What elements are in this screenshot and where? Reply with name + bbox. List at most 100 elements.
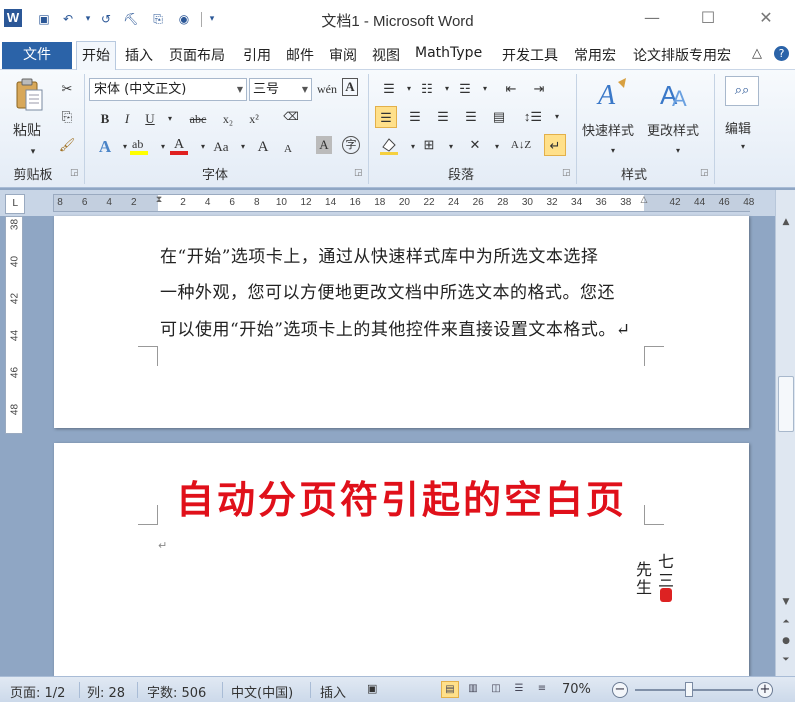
change-styles-dropdown-icon[interactable]: ▾: [667, 140, 689, 162]
subscript-button[interactable]: x₂: [217, 108, 239, 130]
font-color-icon[interactable]: A: [168, 134, 190, 156]
paste-icon[interactable]: [14, 78, 44, 112]
zoom-slider[interactable]: [635, 689, 753, 691]
increase-indent-icon[interactable]: ⇥: [528, 78, 550, 100]
document-page-1[interactable]: 在“开始”选项卡上，通过从快速样式库中为所选文本选择 一种外观，您可以方便地更改…: [54, 216, 749, 428]
text-effects-icon[interactable]: A: [94, 136, 116, 158]
copy-icon[interactable]: ⎘: [56, 106, 78, 128]
bullets-icon[interactable]: ☰: [378, 78, 400, 100]
zoom-slider-thumb[interactable]: [685, 682, 694, 697]
web-layout-view-button[interactable]: ◫: [487, 681, 505, 698]
highlight-icon[interactable]: ab: [128, 134, 150, 156]
editing-dropdown-icon[interactable]: ▾: [732, 136, 754, 158]
phonetic-guide-icon[interactable]: wén: [316, 78, 338, 100]
chinese-layout-icon[interactable]: ✕: [464, 134, 486, 156]
scroll-thumb[interactable]: [778, 376, 794, 432]
font-name-select[interactable]: 宋体 (中文正文) ▼: [89, 78, 247, 101]
enclose-characters-icon[interactable]: 字: [342, 136, 360, 154]
maximize-button[interactable]: ☐: [694, 6, 722, 30]
scroll-down-icon[interactable]: ▼: [778, 594, 794, 610]
align-center-button[interactable]: ☰: [404, 106, 426, 128]
clipboard-launcher-icon[interactable]: ◲: [70, 168, 79, 178]
zoom-level[interactable]: 70%: [562, 682, 591, 697]
body-text-line[interactable]: 一种外观，您可以方便地更改文档中所选文本的格式。您还: [160, 278, 615, 303]
shrink-font-button[interactable]: A: [277, 138, 299, 160]
grow-font-button[interactable]: A: [252, 136, 274, 158]
multilevel-dropdown-icon[interactable]: ▾: [474, 78, 496, 100]
first-line-indent-marker[interactable]: ⧗: [154, 195, 164, 211]
tab-common-macros[interactable]: 常用宏: [574, 45, 616, 65]
quick-styles-icon[interactable]: A: [596, 76, 630, 112]
outline-view-button[interactable]: ☰: [510, 681, 528, 698]
tab-home[interactable]: 开始: [76, 41, 116, 71]
line-spacing-dropdown-icon[interactable]: ▾: [546, 106, 568, 128]
browse-object-icon[interactable]: ●: [778, 633, 794, 649]
change-case-button[interactable]: Aa: [210, 136, 232, 158]
numbering-icon[interactable]: ☷: [416, 78, 438, 100]
help-icon[interactable]: ?: [774, 46, 789, 61]
find-icon[interactable]: ⌕⌕: [725, 76, 759, 106]
multilevel-list-icon[interactable]: ☲: [454, 78, 476, 100]
zoom-in-button[interactable]: +: [757, 682, 773, 698]
change-styles-icon[interactable]: AA: [660, 76, 694, 112]
format-painter-icon[interactable]: 🖌: [56, 134, 78, 156]
sort-icon[interactable]: A↓Z: [510, 134, 532, 156]
clear-formatting-icon[interactable]: ⌫: [280, 106, 302, 128]
font-size-select[interactable]: 三号 ▼: [249, 78, 312, 101]
close-button[interactable]: ✕: [752, 6, 780, 30]
underline-dropdown-icon[interactable]: ▾: [159, 108, 181, 130]
italic-button[interactable]: I: [116, 108, 138, 130]
macro-record-icon[interactable]: ▣: [367, 682, 377, 695]
full-screen-reading-view-button[interactable]: ▥: [464, 681, 482, 698]
print-layout-view-button[interactable]: ▤: [441, 681, 459, 698]
quick-styles-dropdown-icon[interactable]: ▾: [602, 140, 624, 162]
align-left-button[interactable]: ☰: [375, 106, 397, 128]
editing-button[interactable]: 编辑: [725, 118, 751, 137]
paragraph-launcher-icon[interactable]: ◲: [562, 168, 571, 178]
strikethrough-button[interactable]: abc: [187, 108, 209, 130]
distributed-align-button[interactable]: ▤: [488, 106, 510, 128]
tab-mailings[interactable]: 邮件: [286, 45, 314, 65]
underline-button[interactable]: U: [139, 108, 161, 130]
superscript-button[interactable]: x²: [243, 108, 265, 130]
next-page-icon[interactable]: ⏷: [778, 652, 794, 668]
tab-thesis-macros[interactable]: 论文排版专用宏: [633, 45, 731, 65]
vertical-scrollbar[interactable]: ▲ ▼ ⏶ ● ⏷: [775, 190, 795, 676]
word-count-indicator[interactable]: 字数: 506: [147, 682, 206, 701]
minimize-button[interactable]: —: [638, 6, 666, 30]
draft-view-button[interactable]: ≡: [533, 681, 551, 698]
collapse-ribbon-icon[interactable]: △: [752, 46, 762, 61]
paste-button[interactable]: 粘贴: [13, 120, 41, 140]
bold-button[interactable]: B: [94, 108, 116, 130]
quick-styles-button[interactable]: 快速样式: [582, 120, 634, 139]
zoom-out-button[interactable]: −: [612, 682, 628, 698]
previous-page-icon[interactable]: ⏶: [778, 614, 794, 630]
body-text-line[interactable]: 在“开始”选项卡上，通过从快速样式库中为所选文本选择: [160, 242, 598, 267]
column-indicator[interactable]: 列: 28: [87, 682, 125, 701]
show-paragraph-marks-button[interactable]: ↵: [544, 134, 566, 156]
line-spacing-icon[interactable]: ↕☰: [522, 106, 544, 128]
document-page-2[interactable]: 自动分页符引起的空白页 ↵ 七 三 先 生: [54, 443, 749, 676]
tab-mathtype[interactable]: MathType: [415, 45, 482, 61]
tab-view[interactable]: 视图: [372, 45, 400, 65]
tab-page-layout[interactable]: 页面布局: [169, 45, 225, 65]
font-launcher-icon[interactable]: ◲: [354, 168, 363, 178]
right-indent-marker[interactable]: △: [639, 195, 649, 211]
horizontal-ruler[interactable]: ⧗ △ 8 6 4 2 2 4 6 8 10 12 14 16 18 20 22 24 26 28 30 32 34 36…: [53, 194, 754, 212]
scroll-up-icon[interactable]: ▲: [778, 214, 794, 230]
character-border-icon[interactable]: A: [342, 78, 358, 96]
cut-icon[interactable]: ✂: [56, 78, 78, 100]
character-shading-icon[interactable]: A: [316, 136, 332, 154]
font-name-dropdown-icon[interactable]: ▼: [237, 79, 243, 100]
tab-file[interactable]: 文件: [2, 42, 72, 69]
chinese-layout-dropdown-icon[interactable]: ▾: [486, 136, 508, 158]
justify-button[interactable]: ☰: [460, 106, 482, 128]
styles-launcher-icon[interactable]: ◲: [700, 168, 709, 178]
tab-review[interactable]: 审阅: [329, 45, 357, 65]
decrease-indent-icon[interactable]: ⇤: [500, 78, 522, 100]
tab-selector-button[interactable]: L: [5, 194, 25, 214]
change-case-dropdown-icon[interactable]: ▾: [232, 136, 254, 158]
shading-icon[interactable]: [378, 134, 400, 156]
tab-insert[interactable]: 插入: [125, 45, 153, 65]
tab-references[interactable]: 引用: [243, 45, 271, 65]
